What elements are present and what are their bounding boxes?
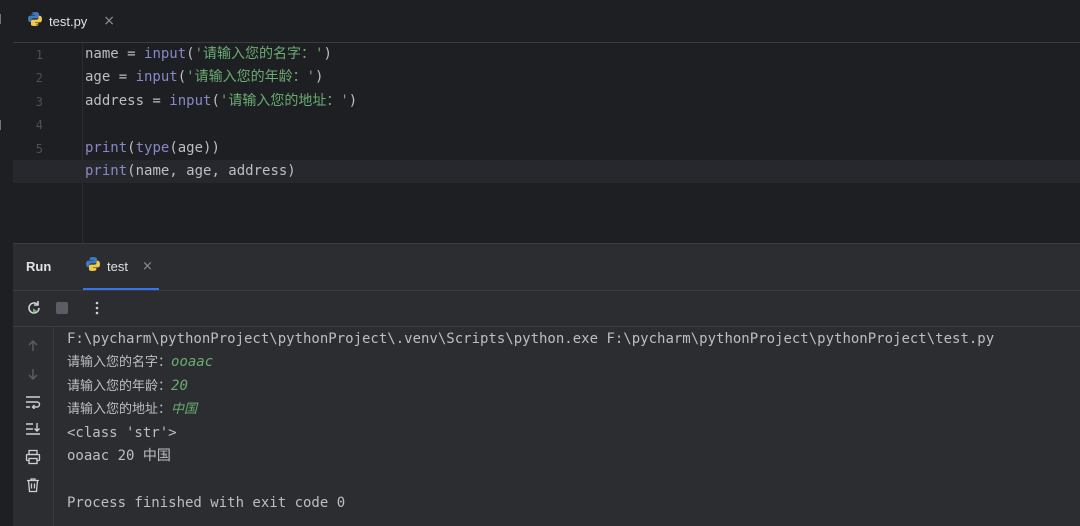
- scroll-up-icon[interactable]: [24, 337, 42, 355]
- console-prompt-line: 请输入您的年龄：20: [67, 375, 188, 398]
- run-tool-window-header: Run test ×: [13, 244, 1080, 291]
- line-number: 1: [35, 48, 43, 62]
- run-title: Run: [26, 259, 52, 274]
- soft-wrap-icon[interactable]: [24, 393, 42, 411]
- run-tab-label: test: [107, 258, 128, 274]
- code-keyword: input: [169, 93, 212, 109]
- prompt-text: 请输入您的年龄：: [67, 379, 172, 394]
- clear-icon[interactable]: [24, 476, 42, 494]
- code-line[interactable]: name = input('请输入您的名字：'): [85, 43, 1080, 66]
- code-string: '请输入您的年龄：': [186, 69, 316, 85]
- python-run-icon: [85, 256, 101, 276]
- editor-tab-test-py[interactable]: test.py ×: [27, 0, 115, 42]
- left-edge-strip: [0, 0, 13, 526]
- code-line[interactable]: [85, 113, 1080, 136]
- edge-marker: [0, 14, 4, 24]
- console-exit-line: Process finished with exit code 0: [67, 495, 346, 511]
- more-options-icon[interactable]: [88, 299, 106, 317]
- user-input: ooaac: [171, 354, 214, 370]
- stop-icon[interactable]: [53, 299, 71, 317]
- code-line[interactable]: age = input('请输入您的年龄：'): [85, 66, 1080, 89]
- code-line[interactable]: print(type(age)): [85, 137, 1080, 160]
- run-tab-test[interactable]: test ×: [83, 244, 159, 290]
- code-text: age =: [85, 69, 136, 85]
- console-prompt-line: 请输入您的地址：中国: [67, 398, 197, 421]
- close-icon[interactable]: ×: [142, 259, 153, 274]
- code-text: ): [315, 69, 324, 85]
- run-console[interactable]: F:\pycharm\pythonProject\pythonProject\.…: [13, 327, 1080, 526]
- code-keyword: type: [135, 140, 170, 156]
- console-output: F:\pycharm\pythonProject\pythonProject\.…: [67, 327, 1080, 526]
- print-icon[interactable]: [24, 448, 42, 466]
- console-output-line: ooaac 20 中国: [67, 448, 171, 464]
- console-command-line: F:\pycharm\pythonProject\pythonProject\.…: [67, 331, 995, 347]
- code-keyword: print: [85, 140, 128, 156]
- code-keyword: input: [144, 46, 187, 62]
- code-text: ): [348, 93, 358, 109]
- prompt-text: 请输入您的名字：: [67, 355, 172, 370]
- scroll-to-end-icon[interactable]: [24, 420, 42, 438]
- code-text: (: [127, 140, 136, 156]
- code-keyword: input: [135, 69, 178, 85]
- code-line[interactable]: address = input('请输入您的地址：'): [85, 90, 1080, 113]
- code-text: (: [186, 46, 195, 62]
- rerun-icon[interactable]: [25, 299, 43, 317]
- code-text: (age)): [169, 140, 220, 156]
- python-file-icon: [27, 11, 43, 31]
- line-number-gutter: 1 2 3 4 5 6: [13, 43, 83, 243]
- line-number: 2: [35, 71, 43, 85]
- console-side-toolbar: [13, 327, 54, 526]
- console-output-line: <class 'str'>: [67, 425, 177, 441]
- code-string: '请输入您的名字：': [194, 46, 324, 62]
- line-number: 5: [35, 142, 43, 156]
- run-toolbar: [13, 291, 1080, 327]
- edge-marker: [0, 120, 4, 130]
- editor-tab-label: test.py: [49, 13, 88, 29]
- line-number: 3: [35, 95, 43, 109]
- console-prompt-line: 请输入您的名字：ooaac: [67, 351, 213, 374]
- code-text: ): [323, 46, 332, 62]
- code-text: (: [211, 93, 220, 109]
- code-text: (name, age, address): [127, 163, 296, 179]
- editor-tab-bar: test.py ×: [13, 0, 1080, 43]
- prompt-text: 请输入您的地址：: [67, 402, 172, 417]
- gutter-divider: [82, 43, 83, 243]
- code-editor[interactable]: 1 2 3 4 5 6 name = input('请输入您的名字：')age …: [13, 43, 1080, 243]
- scroll-down-icon[interactable]: [24, 365, 42, 383]
- code-text: (: [177, 69, 187, 85]
- user-input: 20: [171, 378, 188, 394]
- line-number: 4: [35, 118, 43, 132]
- code-keyword: print: [85, 163, 128, 179]
- close-icon[interactable]: ×: [103, 13, 115, 29]
- user-input: 中国: [171, 402, 198, 417]
- code-string: '请输入您的地址：': [219, 93, 349, 109]
- code-text: name =: [85, 46, 145, 62]
- code-text: address =: [85, 93, 170, 109]
- code-line[interactable]: print(name, age, address): [13, 160, 1080, 183]
